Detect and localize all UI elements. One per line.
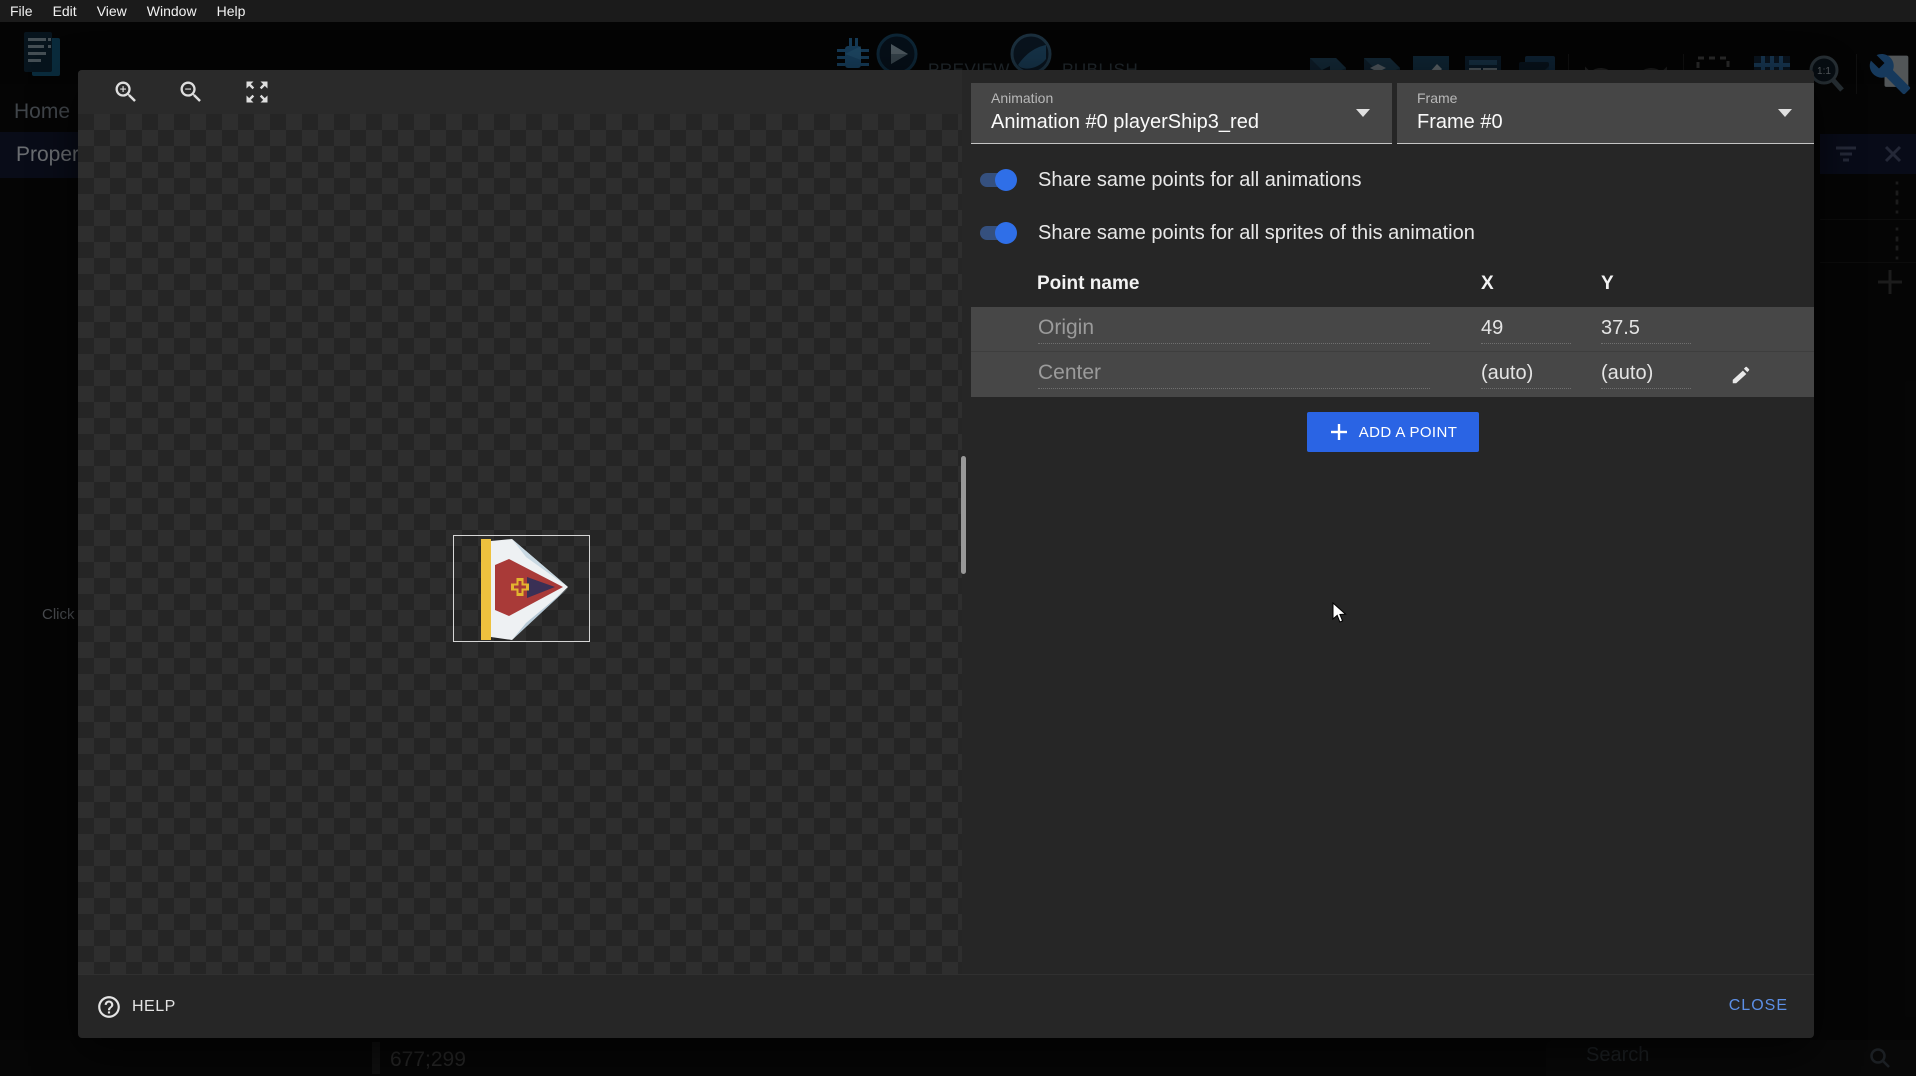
point-y-field[interactable]: 37.5 (1601, 317, 1691, 344)
help-icon (96, 994, 122, 1020)
point-row-center: Center (auto) (auto) (971, 352, 1814, 397)
point-x-field[interactable]: (auto) (1481, 362, 1571, 389)
menu-item-view[interactable]: View (87, 3, 137, 19)
pencil-icon (1730, 364, 1752, 386)
animation-select-value: Animation #0 playerShip3_red (991, 111, 1259, 134)
point-y-field[interactable]: (auto) (1601, 362, 1691, 389)
point-name-field[interactable]: Center (1038, 361, 1430, 389)
sprite-canvas[interactable] (78, 114, 962, 974)
point-name-field[interactable]: Origin (1038, 316, 1430, 344)
plus-icon (1329, 422, 1349, 442)
menu-item-help[interactable]: Help (207, 3, 256, 19)
zoom-in-icon[interactable] (112, 78, 140, 106)
dialog-footer: HELP CLOSE (78, 974, 1814, 1038)
menu-bar: File Edit View Window Help (0, 0, 1916, 22)
canvas-scrollbar-thumb[interactable] (961, 456, 966, 574)
share-points-animations-row: Share same points for all animations (977, 160, 1362, 200)
sprite-preview-area (78, 70, 962, 974)
chevron-down-icon (1356, 109, 1370, 117)
animation-select[interactable]: Animation Animation #0 playerShip3_red (971, 83, 1392, 144)
player-ship-sprite (454, 536, 591, 643)
frame-select-value: Frame #0 (1417, 111, 1503, 134)
zoom-out-icon[interactable] (177, 78, 205, 106)
menu-item-file[interactable]: File (0, 3, 43, 19)
share-points-sprites-row: Share same points for all sprites of thi… (977, 213, 1475, 253)
frame-select-label: Frame (1417, 90, 1457, 106)
toggle-share-all-sprites[interactable] (977, 221, 1017, 245)
column-header-y: Y (1601, 273, 1614, 295)
mouse-cursor (1332, 602, 1348, 624)
toggle-thumb (995, 222, 1017, 244)
toggle-label: Share same points for all sprites of thi… (1038, 222, 1475, 245)
sprite-selection-box (453, 535, 590, 642)
menu-item-window[interactable]: Window (137, 3, 207, 19)
help-button[interactable]: HELP (96, 990, 176, 1024)
point-x-field[interactable]: 49 (1481, 317, 1571, 344)
frame-select[interactable]: Frame Frame #0 (1397, 83, 1814, 144)
chevron-down-icon (1778, 109, 1792, 117)
edit-point-button[interactable] (1723, 357, 1759, 393)
app-window: PREVIEW PUBLISH (0, 0, 1916, 1076)
toggle-share-all-animations[interactable] (977, 168, 1017, 192)
toggle-label: Share same points for all animations (1038, 169, 1362, 192)
column-header-point-name: Point name (1037, 273, 1139, 295)
points-panel: Animation Animation #0 playerShip3_red F… (970, 70, 1814, 974)
point-row-origin: Origin 49 37.5 (971, 307, 1814, 352)
edit-points-dialog: Animation Animation #0 playerShip3_red F… (78, 70, 1814, 1038)
toggle-thumb (995, 169, 1017, 191)
preview-toolbar (78, 70, 962, 114)
animation-select-label: Animation (991, 90, 1053, 106)
fit-to-screen-icon[interactable] (243, 78, 271, 106)
column-header-x: X (1481, 273, 1494, 295)
close-button[interactable]: CLOSE (1729, 997, 1788, 1015)
help-button-label: HELP (132, 998, 176, 1016)
menu-item-edit[interactable]: Edit (43, 3, 87, 19)
add-point-button[interactable]: ADD A POINT (1307, 412, 1479, 452)
add-point-button-label: ADD A POINT (1359, 424, 1458, 441)
